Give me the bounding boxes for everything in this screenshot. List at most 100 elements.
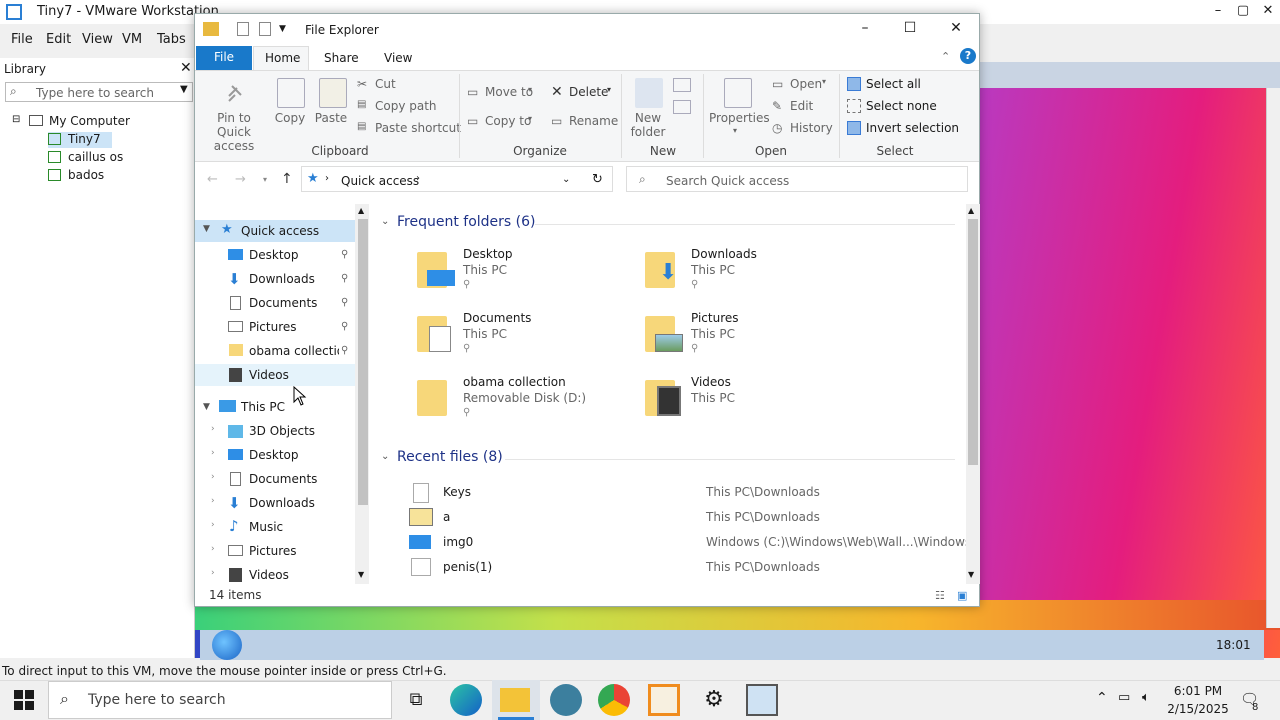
ribbon-collapse-icon[interactable]: ⌃ <box>941 50 950 63</box>
section-collapse-icon[interactable]: ⌄ <box>381 451 389 462</box>
copy-button[interactable]: Copy <box>273 111 307 125</box>
collapse-icon[interactable]: ▼ <box>203 402 210 412</box>
vm-menu-edit[interactable]: Edit <box>46 32 71 47</box>
guest-start-button[interactable] <box>212 630 242 660</box>
paste-shortcut-button[interactable]: Paste shortcut <box>375 121 461 135</box>
scroll-down-icon[interactable]: ▼ <box>968 570 974 579</box>
cut-button[interactable]: Cut <box>375 77 396 91</box>
scroll-up-icon[interactable]: ▲ <box>968 206 974 215</box>
settings-gear-icon[interactable]: ⚙ <box>698 684 730 716</box>
recent-files-header[interactable]: Recent files (8) <box>397 449 503 465</box>
expand-icon[interactable]: › <box>211 424 215 434</box>
explorer-maximize-button[interactable]: ☐ <box>895 20 925 36</box>
tree-vm-caillus-os[interactable]: caillus os <box>68 150 123 164</box>
open-button[interactable]: Open <box>790 77 822 91</box>
expand-icon[interactable]: › <box>211 520 215 530</box>
volume-icon[interactable]: 🔈︎ <box>1142 690 1150 705</box>
host-clock-date[interactable]: 2/15/2025 <box>1166 702 1230 716</box>
explorer-minimize-button[interactable]: – <box>850 20 880 36</box>
tree-my-computer[interactable]: My Computer <box>49 114 130 128</box>
new-folder-button[interactable]: New folder <box>627 111 669 139</box>
frequent-folder-name[interactable]: Documents <box>463 311 531 325</box>
tab-file[interactable]: File <box>196 46 252 70</box>
expand-icon[interactable]: › <box>211 544 215 554</box>
new-item-icon[interactable] <box>673 78 691 92</box>
details-view-icon[interactable]: ☷ <box>935 589 945 602</box>
vmware-maximize-button[interactable]: ▢ <box>1229 0 1257 24</box>
refresh-icon[interactable]: ↻ <box>592 172 603 187</box>
nav-pc-desktop[interactable]: Desktop <box>249 448 299 462</box>
address-dropdown-icon[interactable]: ⌄ <box>562 174 570 185</box>
vm-menu-file[interactable]: File <box>11 32 33 47</box>
recent-file-name[interactable]: img0 <box>443 535 473 549</box>
nav-pc-pictures[interactable]: Pictures <box>249 544 297 558</box>
edit-button[interactable]: Edit <box>790 99 813 113</box>
expand-icon[interactable]: › <box>211 496 215 506</box>
expand-icon[interactable]: › <box>211 472 215 482</box>
vm-menu-vm[interactable]: VM <box>122 32 142 47</box>
collapse-icon[interactable]: ▼ <box>203 224 210 234</box>
nav-this-pc[interactable]: This PC <box>241 400 285 414</box>
nav-pc-3d-objects[interactable]: 3D Objects <box>249 424 315 438</box>
folder-obama-collection-icon[interactable] <box>417 380 447 416</box>
recent-file-name[interactable]: penis(1) <box>443 560 492 574</box>
chrome-icon[interactable] <box>598 684 630 716</box>
vm-menu-view[interactable]: View <box>82 32 113 47</box>
vm-menu-tabs[interactable]: Tabs <box>157 32 186 47</box>
nav-pc-videos[interactable]: Videos <box>249 568 289 582</box>
history-button[interactable]: History <box>790 121 833 135</box>
nav-qa-pictures[interactable]: Pictures <box>249 320 297 334</box>
recent-locations-button[interactable]: ▾ <box>263 175 267 184</box>
content-scrollbar-thumb[interactable] <box>968 219 978 465</box>
tree-expander-icon[interactable]: ⊟ <box>12 114 20 125</box>
frequent-folders-header[interactable]: Frequent folders (6) <box>397 214 536 230</box>
tree-vm-bados[interactable]: bados <box>68 168 104 182</box>
copy-path-button[interactable]: Copy path <box>375 99 437 113</box>
large-icons-view-icon[interactable]: ▣ <box>957 589 967 602</box>
recent-file-name[interactable]: a <box>443 510 450 524</box>
scroll-down-icon[interactable]: ▼ <box>358 570 364 579</box>
nav-pc-music[interactable]: Music <box>249 520 283 534</box>
expand-icon[interactable]: › <box>211 568 215 578</box>
vmware-close-button[interactable]: ✕ <box>1254 0 1280 24</box>
frequent-folder-name[interactable]: Videos <box>691 375 731 389</box>
vm-scrollbar[interactable] <box>1266 88 1280 628</box>
frequent-folder-name[interactable]: Downloads <box>691 247 757 261</box>
expand-icon[interactable]: › <box>211 448 215 458</box>
address-path[interactable]: Quick access <box>341 174 419 188</box>
section-collapse-icon[interactable]: ⌄ <box>381 216 389 227</box>
network-icon[interactable]: ▭ <box>1118 690 1130 705</box>
frequent-folder-name[interactable]: Pictures <box>691 311 739 325</box>
host-clock-time[interactable]: 6:01 PM <box>1170 684 1226 698</box>
frequent-folder-name[interactable]: Desktop <box>463 247 513 261</box>
copy-to-button[interactable]: Copy to <box>485 114 531 128</box>
back-button[interactable]: ← <box>207 172 218 187</box>
remote-app-icon[interactable] <box>746 684 778 716</box>
up-button[interactable]: ↑ <box>281 171 293 187</box>
properties-button[interactable]: Properties <box>709 111 770 125</box>
forward-button[interactable]: → <box>235 172 246 187</box>
move-to-button[interactable]: Move to <box>485 85 533 99</box>
edge-icon[interactable] <box>450 684 482 716</box>
task-view-icon[interactable]: ⧉ <box>400 684 432 716</box>
vmware-minimize-button[interactable]: – <box>1204 0 1232 24</box>
easy-access-icon[interactable] <box>673 100 691 114</box>
nav-pc-documents[interactable]: Documents <box>249 472 317 486</box>
scroll-up-icon[interactable]: ▲ <box>358 206 364 215</box>
windows-start-icon[interactable] <box>14 690 34 710</box>
library-close-icon[interactable]: ✕ <box>180 60 192 76</box>
qat-dropdown-icon[interactable]: ▼ <box>279 24 286 34</box>
rename-button[interactable]: Rename <box>569 114 618 128</box>
properties-qat-icon[interactable] <box>237 22 249 36</box>
new-folder-qat-icon[interactable] <box>259 22 271 36</box>
tray-chevron-up-icon[interactable]: ⌃ <box>1096 690 1108 706</box>
tree-vm-tiny7[interactable]: Tiny7 <box>68 132 101 146</box>
nav-qa-videos[interactable]: Videos <box>249 368 289 382</box>
nav-quick-access[interactable]: Quick access <box>241 224 319 238</box>
nav-qa-documents[interactable]: Documents <box>249 296 317 310</box>
help-icon[interactable]: ? <box>960 48 976 64</box>
tab-view[interactable]: View <box>384 51 412 65</box>
delete-button[interactable]: Delete <box>569 85 608 99</box>
chevron-down-icon[interactable]: ▼ <box>180 84 188 95</box>
tab-home[interactable]: Home <box>265 51 300 65</box>
